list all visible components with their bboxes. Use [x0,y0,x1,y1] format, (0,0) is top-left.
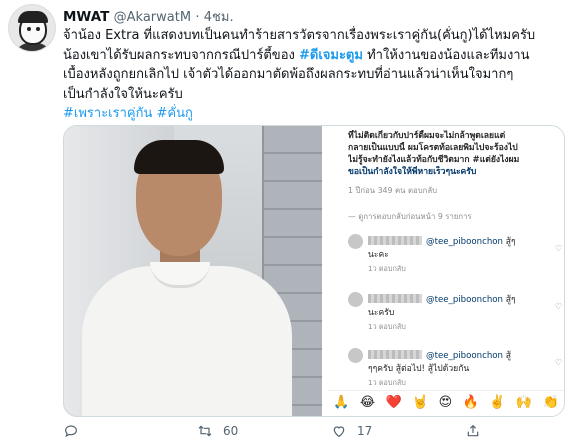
raised-hands-emoji-icon: 🙌 [515,395,533,410]
ig-mention-suffix: สู้ [502,351,511,361]
like-button[interactable]: 17 [331,423,372,439]
share-icon [467,424,479,437]
clap-emoji-icon: 👏 [542,395,559,410]
ig-mention-handle: @tee_piboonchon [426,295,503,305]
ig-caption-line: ขอเป็นกำลังใจให้พี่หายเร็วๆนะครับ [348,167,477,177]
tweet-line-3: เบื้องหลังถูกยกเลิกไป เจ้าตัวได้ออกมาตัด… [63,67,514,82]
ig-reply-text: ๆๆครับ สู้ต่อไป! สู้ไปด้วยกัน [368,364,470,374]
ig-reply-username-blurred [368,236,422,245]
heart-icon: ♡ [554,244,562,253]
heart-icon: ♡ [554,358,562,367]
ig-reply-meta: 1ว ตอบกลับ [368,322,406,331]
ig-reply-mention: @tee_piboonchon สู้ๆ [426,234,516,248]
ig-reply-mention: @tee_piboonchon สู้ [426,348,511,362]
share-button[interactable] [465,423,481,439]
ig-reaction-bar: 🙏 😂 ❤️ 🤘 😍 🔥 ✌️ 🙌 👏 [328,390,564,414]
tweet-time[interactable]: 4ชม. [204,10,234,25]
rock-emoji-icon: 🤘 [412,395,429,410]
ig-reply-avatar [348,348,363,363]
tweet-line-4: เป็นกำลังใจให้นะครับ [63,86,183,102]
heart-icon [333,426,345,438]
pray-emoji-icon: 🙏 [333,395,350,410]
ig-reply-text: นะครับ [368,308,395,318]
instagram-comments-screenshot[interactable]: ที่ไม่ติดเกี่ยวกับปาร์ตี้ผมจะไม่กล้าพูดเ… [322,126,564,416]
retweet-icon [198,425,212,437]
fire-emoji-icon: 🔥 [462,395,479,410]
photo-shirt [82,266,292,416]
ig-reply-username-blurred [368,294,422,303]
retweet-count: 60 [223,424,239,438]
ig-mention-suffix: สู้ๆ [502,237,516,247]
tweet-line-2-pre: น้องเขาได้รับผลกระทบจากกรณีปาร์ตี้ของ [63,47,299,63]
retweet-button[interactable]: 60 [197,423,238,439]
ig-reply-username-blurred [368,350,422,359]
tweet-media[interactable]: ที่ไม่ติดเกี่ยวกับปาร์ตี้ผมจะไม่กล้าพูดเ… [63,125,565,417]
author-name[interactable]: MWAT [63,9,109,25]
tweet-header: MWAT @AkarwatM · 4ชม. [63,6,234,27]
avatar-hair-shape [18,11,48,23]
tweet-line-2-post: ทำให้งานของน้องและทีมงาน [362,47,530,63]
photo-hair [134,140,224,174]
heart-icon: ♡ [554,302,562,311]
avatar-eye-right [36,27,40,31]
ig-reply-avatar [348,292,363,307]
laugh-emoji-icon: 😂 [359,395,376,410]
ig-caption-meta: 1 ปีก่อน 349 คน ตอบกลับ [348,186,438,195]
ig-caption: ที่ไม่ติดเกี่ยวกับปาร์ตี้ผมจะไม่กล้าพูดเ… [348,130,548,178]
ig-mention-suffix: สู้ๆ [502,295,516,305]
tweet-hashtags[interactable]: #เพราะเราคู่กัน #คั่นกู [63,104,563,124]
tweet-line-1: จ้าน้อง Extra ที่แสดงบทเป็นคนทำร้ายสารวั… [63,28,536,43]
actor-photo[interactable] [64,126,322,416]
heart-eyes-emoji-icon: 😍 [438,395,453,410]
tweet-body: จ้าน้อง Extra ที่แสดงบทเป็นคนทำร้ายสารวั… [63,26,563,124]
ig-mention-handle: @tee_piboonchon [426,351,503,361]
ig-reply-text: นะคะ [368,250,389,260]
ig-caption-line: ไม่รู้จะทำยังไงแล้วท้อกับชีวิตมาก #แต่ยั… [348,155,520,165]
tweet-actions: 60 17 [63,423,563,441]
author-avatar[interactable] [8,4,56,52]
ig-caption-line: กลายเป็นแบบนี้ ผมโครตท้อเลยพิมไปจะร้องไป [348,143,518,153]
author-handle[interactable]: @AkarwatM [114,10,191,25]
ig-view-replies: — ดูการตอบกลับก่อนหน้า 9 รายการ [348,212,472,221]
victory-emoji-icon: ✌️ [489,395,506,410]
avatar-eye-left [27,27,31,31]
ig-caption-line: ที่ไม่ติดเกี่ยวกับปาร์ตี้ผมจะไม่กล้าพูดเ… [348,131,506,141]
like-count: 17 [357,424,373,438]
hashtag-link[interactable]: #ดีเจมะตูม [299,48,363,63]
ig-reply-meta: 1ว ตอบกลับ [368,264,406,273]
reply-button[interactable] [63,423,89,439]
reply-icon [65,425,77,438]
tweet-line-2: น้องเขาได้รับผลกระทบจากกรณีปาร์ตี้ของ #ด… [63,46,563,66]
ig-reply-mention: @tee_piboonchon สู้ๆ [426,292,516,306]
header-separator: · [195,10,200,25]
ig-mention-handle: @tee_piboonchon [426,237,503,247]
ig-reply-meta: 1ว ตอบกลับ [368,378,406,387]
heart-emoji-icon: ❤️ [385,395,402,410]
ig-reply-avatar [348,234,363,249]
